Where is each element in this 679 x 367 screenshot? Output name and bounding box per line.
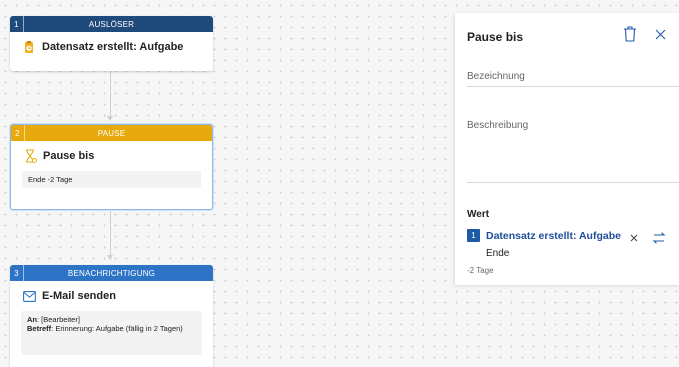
panel-title: Pause bis [467,30,524,44]
step-header: 3 BENACHRICHTIGUNG [10,265,213,281]
step-number: 1 [10,16,24,32]
recipient-label: An [27,315,37,324]
step-type-label: PAUSE [97,128,126,138]
step-title-text: E-Mail senden [42,290,116,302]
step-title-text: Pause bis [43,150,95,162]
reference-field: Ende [486,248,510,259]
recipient-line: An: [Bearbeiter] [27,315,196,324]
mail-icon [22,289,36,303]
description-field-underline [467,182,679,183]
connector-line-2 [110,210,111,255]
step-number: 2 [11,125,25,141]
step-card-pause[interactable]: 2 PAUSE Pause bis Ende -2 Tage [10,124,213,210]
swap-icon[interactable] [651,230,667,246]
properties-panel: Pause bis Bezeichnung Beschreibung Wert … [455,13,679,285]
step-header: 2 PAUSE [11,125,212,141]
value-reference[interactable]: 1 Datensatz erstellt: Aufgabe [467,229,621,242]
step-type-label: BENACHRICHTIGUNG [67,268,156,278]
reference-offset: -2 Tage [467,266,494,275]
document-clock-icon [22,40,36,54]
description-field[interactable]: Beschreibung [467,120,528,131]
close-icon[interactable] [651,25,669,43]
reference-text: Datensatz erstellt: Aufgabe [486,229,621,242]
name-field-underline [467,86,679,87]
step-type-label: AUSLÖSER [88,19,135,29]
step-header: 1 AUSLÖSER [10,16,213,32]
connector-arrow-1 [107,116,113,121]
step-card-notification[interactable]: 3 BENACHRICHTIGUNG E-Mail senden An: [Be… [10,265,213,367]
subject-value: : Erinnerung: Aufgabe (fällig in 2 Tagen… [51,324,183,334]
step-title: E-Mail senden [10,281,213,305]
name-field[interactable]: Bezeichnung [467,71,525,82]
step-number: 3 [10,265,24,281]
step-title: Datensatz erstellt: Aufgabe [10,32,213,56]
connector-arrow-2 [107,255,113,260]
hourglass-icon [23,149,37,163]
subject-label: Betreff [27,324,52,334]
trash-icon[interactable] [621,25,639,43]
value-label: Wert [467,209,490,220]
recipient-value: : [Bearbeiter] [37,315,80,324]
subject-line: Betreff: Erinnerung: Aufgabe (fällig in … [27,324,196,333]
connector-line-1 [110,71,111,116]
step-detail: Ende -2 Tage [22,171,201,189]
reference-step-number: 1 [467,229,480,242]
step-card-trigger[interactable]: 1 AUSLÖSER Datensatz erstellt: Aufgabe [10,16,213,71]
step-detail: An: [Bearbeiter] Betreff: Erinnerung: Au… [21,311,202,355]
clear-icon[interactable] [628,232,640,244]
step-title: Pause bis [11,141,212,165]
step-title-text: Datensatz erstellt: Aufgabe [42,41,184,53]
